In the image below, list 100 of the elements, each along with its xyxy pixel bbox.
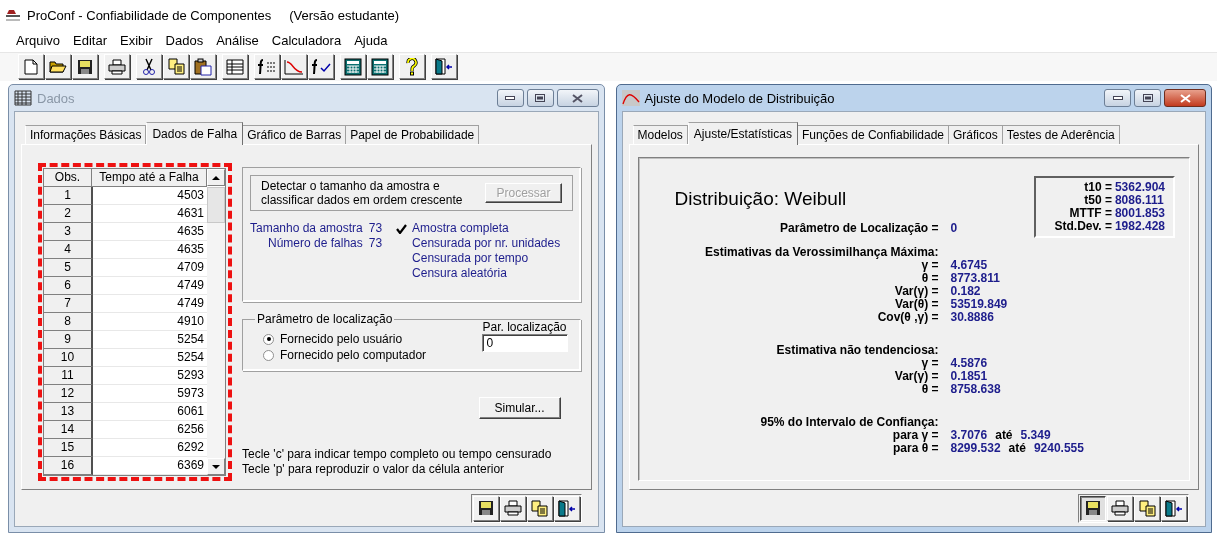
printer-icon — [1111, 500, 1129, 516]
row-number: 15 — [44, 439, 93, 457]
menu-item[interactable]: Calculadora — [271, 32, 342, 48]
result-label: Parâmetro de Localização = — [780, 222, 939, 235]
toolbar-button[interactable] — [254, 54, 280, 80]
toolbar-button[interactable] — [340, 54, 366, 80]
sample-type[interactable]: Censurada por nr. unidades — [412, 236, 561, 251]
row-number: 3 — [44, 223, 93, 241]
column-header: Obs. — [44, 169, 92, 187]
toolbar-button[interactable] — [190, 54, 216, 80]
toolbar-button[interactable] — [222, 54, 248, 80]
toolbar-button[interactable] — [308, 54, 334, 80]
window-title: ProConf - Confiabilidade de Componentes — [27, 8, 272, 24]
window-edition: (Versão estudante) — [289, 8, 400, 24]
sample-type[interactable]: Censura aleatória — [412, 266, 507, 281]
table-icon — [226, 58, 244, 75]
input-field[interactable]: 0 — [481, 334, 568, 352]
toolbar-button[interactable] — [431, 54, 457, 80]
tab[interactable]: Modelos — [632, 125, 688, 144]
result-label: para γ = — [892, 429, 939, 442]
row-number: 8 — [44, 313, 93, 331]
menu-item[interactable]: Editar — [73, 32, 108, 48]
menu-item[interactable]: Arquivo — [16, 32, 61, 48]
hint-text: Tecle 'p' para reproduzir o valor da célula anterior — [242, 462, 506, 477]
section-title: Estimativas da Verossimilhança Máxima: — [705, 246, 939, 259]
range-separator: até — [995, 429, 1013, 442]
tab[interactable]: Informações Básicas — [25, 125, 147, 144]
toolbar-button[interactable] — [45, 54, 71, 80]
summary-label: MTTF = — [1068, 207, 1112, 220]
radio-button[interactable] — [263, 349, 274, 361]
tab[interactable]: Funções de Confiabilidade — [797, 125, 949, 144]
down-arrow-icon — [212, 464, 220, 469]
footer-button[interactable] — [1080, 495, 1106, 521]
menu-item[interactable]: Exibir — [120, 32, 153, 48]
scissors-icon — [142, 57, 156, 76]
column-header: Tempo até a Falha — [92, 169, 207, 187]
sample-type[interactable]: Censurada por tempo — [412, 251, 529, 266]
sample-type[interactable]: Amostra completa — [412, 221, 509, 236]
tab[interactable]: Gráficos — [949, 125, 1003, 144]
simulate-button[interactable]: Simular... — [478, 397, 561, 419]
toolbar-button[interactable] — [163, 54, 189, 80]
floppy-icon — [77, 58, 93, 75]
toolbar-button[interactable] — [104, 54, 130, 80]
scrollbar[interactable] — [207, 187, 225, 475]
result-label: γ = — [921, 259, 939, 272]
radio-label[interactable]: Fornecido pelo computador — [280, 348, 427, 362]
row-number: 7 — [44, 295, 93, 313]
grid-icon — [14, 90, 32, 106]
toolbar-button[interactable] — [367, 54, 393, 80]
range-separator: até — [1008, 442, 1026, 455]
toolbar-button[interactable] — [281, 54, 307, 80]
menu-item[interactable]: Ajuda — [354, 32, 388, 48]
tab[interactable]: Gráfico de Barras — [243, 125, 347, 144]
window-title: Ajuste do Modelo de Distribuição — [644, 90, 836, 106]
stat-value: 73 — [368, 221, 383, 236]
tab[interactable]: Dados de Falha — [146, 122, 244, 145]
tab[interactable]: Testes de Aderência — [1002, 125, 1120, 144]
scroll-up-button[interactable] — [207, 169, 225, 186]
result-value: 8299.532 — [950, 442, 1001, 455]
printer-icon — [108, 58, 126, 75]
close-button[interactable] — [556, 89, 599, 107]
summary-value: 5362.904 — [1114, 181, 1165, 194]
close-icon — [1179, 93, 1191, 103]
result-label: Var(γ) = — [894, 370, 939, 383]
maximize-button[interactable] — [1134, 89, 1161, 107]
toolbar-button[interactable] — [136, 54, 162, 80]
floppy-icon — [477, 500, 494, 516]
scroll-down-button[interactable] — [207, 458, 225, 475]
copy-icon — [1138, 499, 1156, 517]
toolbar-button[interactable] — [18, 54, 44, 80]
menu-item[interactable]: Dados — [165, 32, 204, 48]
row-number: 4 — [44, 241, 93, 259]
result-label: Var(θ) = — [895, 298, 939, 311]
close-button[interactable] — [1164, 89, 1206, 107]
row-number: 10 — [44, 349, 93, 367]
stat-label: Número de falhas — [267, 236, 363, 251]
window-title: Dados — [37, 90, 76, 106]
toolbar-button[interactable] — [72, 54, 98, 80]
minimize-button[interactable] — [1104, 89, 1131, 107]
curve-icon — [284, 58, 304, 75]
menu-item[interactable]: Análise — [216, 32, 259, 48]
field-label: Par. localização — [482, 320, 567, 334]
summary-value: 8001.853 — [1114, 207, 1165, 220]
maximize-icon — [535, 94, 545, 102]
tab[interactable]: Ajuste/Estatísticas — [687, 122, 798, 145]
row-number: 12 — [44, 385, 93, 403]
radio-button[interactable] — [263, 333, 274, 345]
result-value: 3.7076 — [950, 429, 988, 442]
stat-value: 73 — [368, 236, 383, 251]
minimize-button[interactable] — [496, 89, 524, 107]
row-number: 16 — [44, 457, 93, 475]
result-label: Cov(θ ,γ) = — [877, 311, 939, 324]
tab[interactable]: Papel de Probabilidade — [346, 125, 480, 144]
maximize-button[interactable] — [526, 89, 554, 107]
radio-label[interactable]: Fornecido pelo usuário — [280, 332, 403, 346]
function-list-icon — [257, 58, 277, 75]
scroll-thumb[interactable] — [207, 187, 225, 223]
copy-icon — [531, 499, 548, 517]
result-label: γ = — [921, 357, 939, 370]
toolbar-button[interactable] — [399, 54, 425, 80]
